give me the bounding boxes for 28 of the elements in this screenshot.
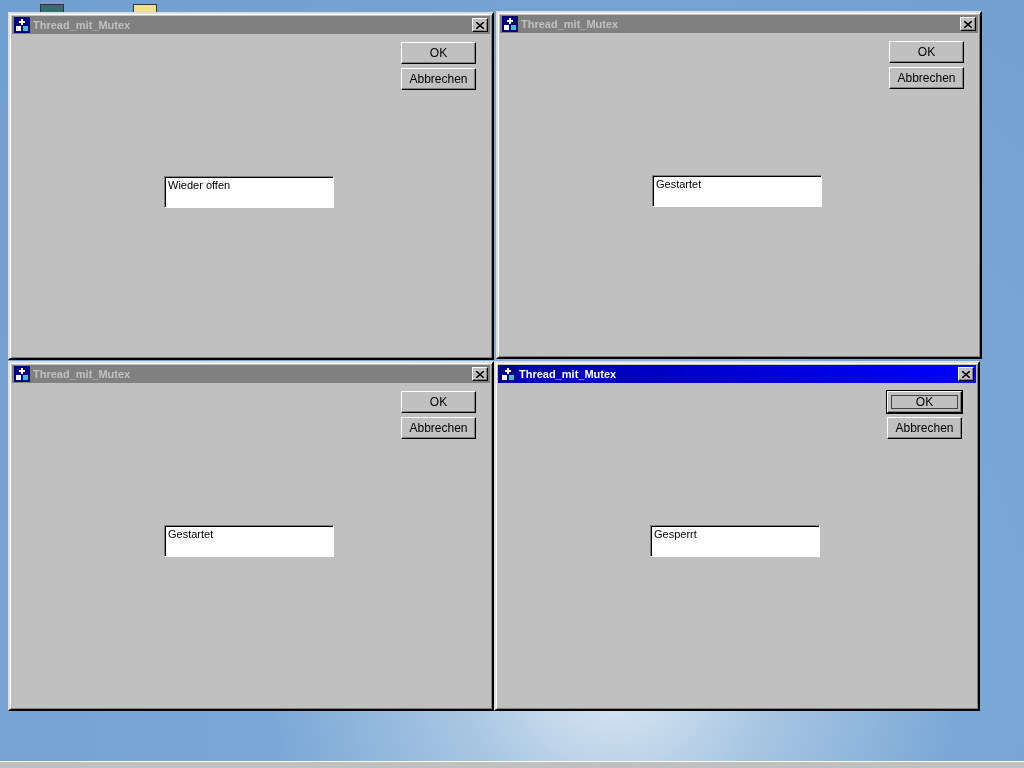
- app-icon: [502, 16, 518, 32]
- close-button[interactable]: [472, 18, 488, 32]
- window-title: Thread_mit_Mutex: [33, 368, 132, 380]
- dialog-button[interactable]: Abbrechen: [401, 68, 476, 90]
- dialog-button[interactable]: OK: [401, 391, 476, 413]
- close-icon: [962, 370, 970, 378]
- app-icon: [14, 366, 30, 382]
- close-button[interactable]: [960, 17, 976, 31]
- window-title: Thread_mit_Mutex: [521, 18, 620, 30]
- close-button[interactable]: [472, 367, 488, 381]
- dialog-button[interactable]: Abbrechen: [889, 67, 964, 89]
- app-icon: [500, 366, 516, 382]
- dialog-button[interactable]: Abbrechen: [887, 417, 962, 439]
- status-field[interactable]: Gestartet: [164, 525, 334, 557]
- close-icon: [476, 21, 484, 29]
- dialog-button[interactable]: OK: [401, 42, 476, 64]
- dialog-button[interactable]: OK: [887, 391, 962, 413]
- window-title: Thread_mit_Mutex: [33, 19, 132, 31]
- status-field[interactable]: Wieder offen: [164, 176, 334, 208]
- close-icon: [964, 20, 972, 28]
- dialog-button[interactable]: Abbrechen: [401, 417, 476, 439]
- dialog-button[interactable]: OK: [889, 41, 964, 63]
- app-icon: [14, 17, 30, 33]
- close-icon: [476, 370, 484, 378]
- window-title: Thread_mit_Mutex: [519, 368, 618, 380]
- close-button[interactable]: [958, 367, 974, 381]
- status-field[interactable]: Gesperrt: [650, 525, 820, 557]
- status-field[interactable]: Gestartet: [652, 175, 822, 207]
